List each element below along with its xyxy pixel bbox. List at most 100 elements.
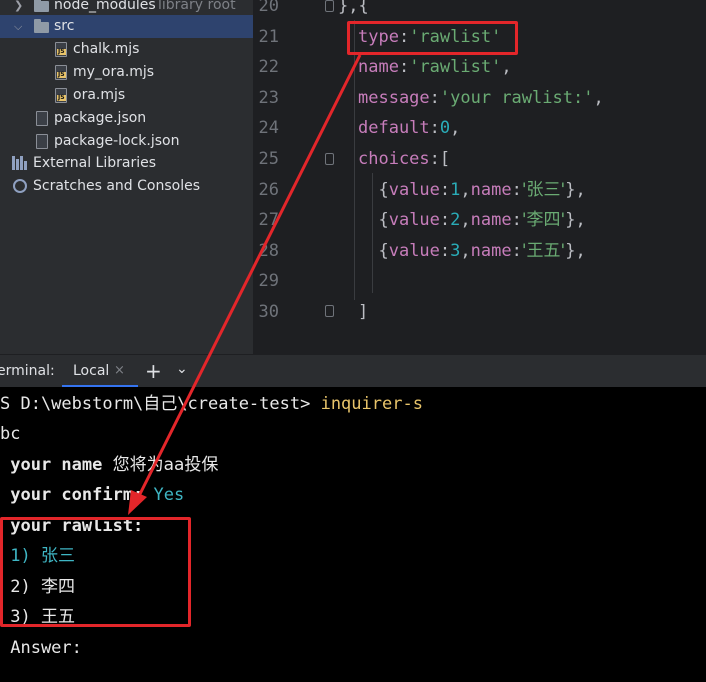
code-line[interactable]: },{ — [338, 0, 369, 22]
code-token: 1 — [450, 179, 461, 200]
line-number: 25 — [258, 149, 279, 169]
fold-marker-icon[interactable] — [325, 0, 334, 12]
line-number: 20 — [258, 0, 279, 16]
code-line[interactable]: {value:2,name:'李四'}, — [358, 205, 586, 236]
code-token: : — [439, 210, 451, 231]
prompt-path: S D:\webstorm\自己\create-test> — [0, 394, 321, 414]
js-file-icon: JS — [55, 88, 67, 103]
line-number: 27 — [258, 210, 279, 231]
code-token: value — [388, 240, 440, 261]
question-answer: 您将为aa投保 — [112, 455, 219, 475]
code-token: : — [439, 240, 451, 261]
question-name-line: your name 您将为aa投保 — [0, 450, 218, 480]
scratches-icon — [13, 179, 27, 193]
code-token: name — [470, 179, 512, 200]
json-file-icon — [36, 134, 48, 149]
code-token: :[ — [429, 149, 451, 169]
code-token: '王五' — [521, 240, 566, 261]
json-file-icon — [36, 111, 48, 126]
tree-item-label: package.json — [54, 110, 147, 126]
js-file-icon: JS — [55, 65, 67, 80]
project-tree: ❯ node_modules library root ⌵ src JS cha… — [0, 0, 253, 354]
code-token: : — [398, 57, 410, 78]
prompt-line: S D:\webstorm\自己\create-test> inquirer-s — [0, 389, 423, 419]
code-token: name — [470, 240, 512, 261]
code-token: 'rawlist' — [409, 57, 502, 78]
code-token: : — [511, 179, 522, 200]
wrapped-line: bc — [0, 424, 21, 444]
code-line[interactable]: message:'your rawlist:', — [358, 83, 604, 114]
indent-guide — [372, 173, 373, 293]
close-icon[interactable]: × — [114, 363, 125, 378]
line-number: 24 — [258, 118, 279, 139]
code-line[interactable]: name:'rawlist', — [358, 52, 512, 83]
code-token: value — [388, 179, 440, 200]
tree-item-label: ora.mjs — [73, 87, 126, 103]
question-label: your name — [0, 455, 113, 475]
annotation-box-choices — [0, 517, 191, 627]
code-token: }, — [565, 179, 586, 200]
code-token: : — [429, 118, 440, 139]
code-token: , — [450, 118, 461, 139]
code-token: '李四' — [521, 210, 566, 231]
answer-prompt: Answer: — [0, 638, 82, 658]
question-label: your confirm: — [0, 485, 154, 505]
line-number: 30 — [258, 302, 279, 322]
code-token: value — [388, 210, 440, 231]
line-number: 21 — [258, 26, 279, 47]
new-tab-plus-icon[interactable]: + — [145, 359, 162, 383]
tree-item-label: package-lock.json — [54, 133, 180, 149]
chevron-down-icon[interactable]: ⌄ — [176, 361, 188, 377]
code-token: '张三' — [521, 179, 566, 200]
annotation-box-type — [347, 21, 518, 55]
code-token: },{ — [338, 0, 369, 16]
code-token: { — [358, 179, 389, 200]
code-token: 3 — [450, 240, 461, 261]
code-line[interactable]: {value:3,name:'王五'}, — [358, 236, 585, 267]
code-token: : — [439, 179, 451, 200]
line-number: 23 — [258, 87, 279, 108]
code-token: , — [460, 179, 471, 200]
tree-item-label: my_ora.mjs — [73, 64, 155, 80]
terminal-tab-bar: erminal: Local × + ⌄ — [0, 354, 706, 388]
tree-item-label: src — [54, 18, 75, 34]
fold-marker-icon[interactable] — [325, 153, 334, 165]
indent-guide — [354, 20, 355, 300]
code-token: , — [593, 87, 604, 108]
code-token: , — [460, 210, 471, 231]
code-token: message — [358, 87, 430, 108]
code-token: : — [511, 240, 522, 261]
line-number: 26 — [258, 179, 279, 200]
folder-icon — [34, 19, 49, 33]
tab-label: Local — [73, 363, 110, 379]
line-number: 28 — [258, 240, 279, 261]
library-icon — [12, 156, 28, 170]
code-token: : — [511, 210, 522, 231]
chevron-down-icon[interactable]: ⌵ — [14, 15, 22, 38]
command-text: inquirer-s — [320, 394, 423, 414]
tree-item-src[interactable]: ⌵ src — [0, 15, 253, 38]
code-token: : — [429, 87, 440, 108]
js-file-icon: JS — [55, 42, 67, 57]
code-line[interactable]: default:0, — [358, 113, 460, 144]
code-token: choices — [358, 149, 430, 169]
code-token: , — [460, 240, 471, 261]
code-token: }, — [565, 210, 586, 231]
line-number: 22 — [258, 57, 279, 78]
tree-item-label: Scratches and Consoles — [33, 178, 200, 194]
tree-item-label: chalk.mjs — [73, 41, 140, 57]
code-token: 'your rawlist:' — [439, 87, 594, 108]
code-token: 2 — [450, 210, 461, 231]
tab-local[interactable]: Local × — [62, 355, 138, 388]
line-number: 29 — [258, 271, 279, 292]
tree-item-label: External Libraries — [33, 155, 156, 171]
fold-marker-icon[interactable] — [325, 305, 334, 317]
code-line[interactable]: ] — [358, 297, 368, 328]
code-token: ] — [358, 302, 369, 322]
terminal-label: erminal: — [0, 363, 55, 379]
code-token: name — [358, 57, 399, 78]
code-token: name — [470, 210, 512, 231]
code-token: default — [358, 118, 430, 139]
code-line[interactable]: {value:1,name:'张三'}, — [358, 175, 586, 206]
code-line[interactable]: choices:[ — [358, 144, 450, 175]
